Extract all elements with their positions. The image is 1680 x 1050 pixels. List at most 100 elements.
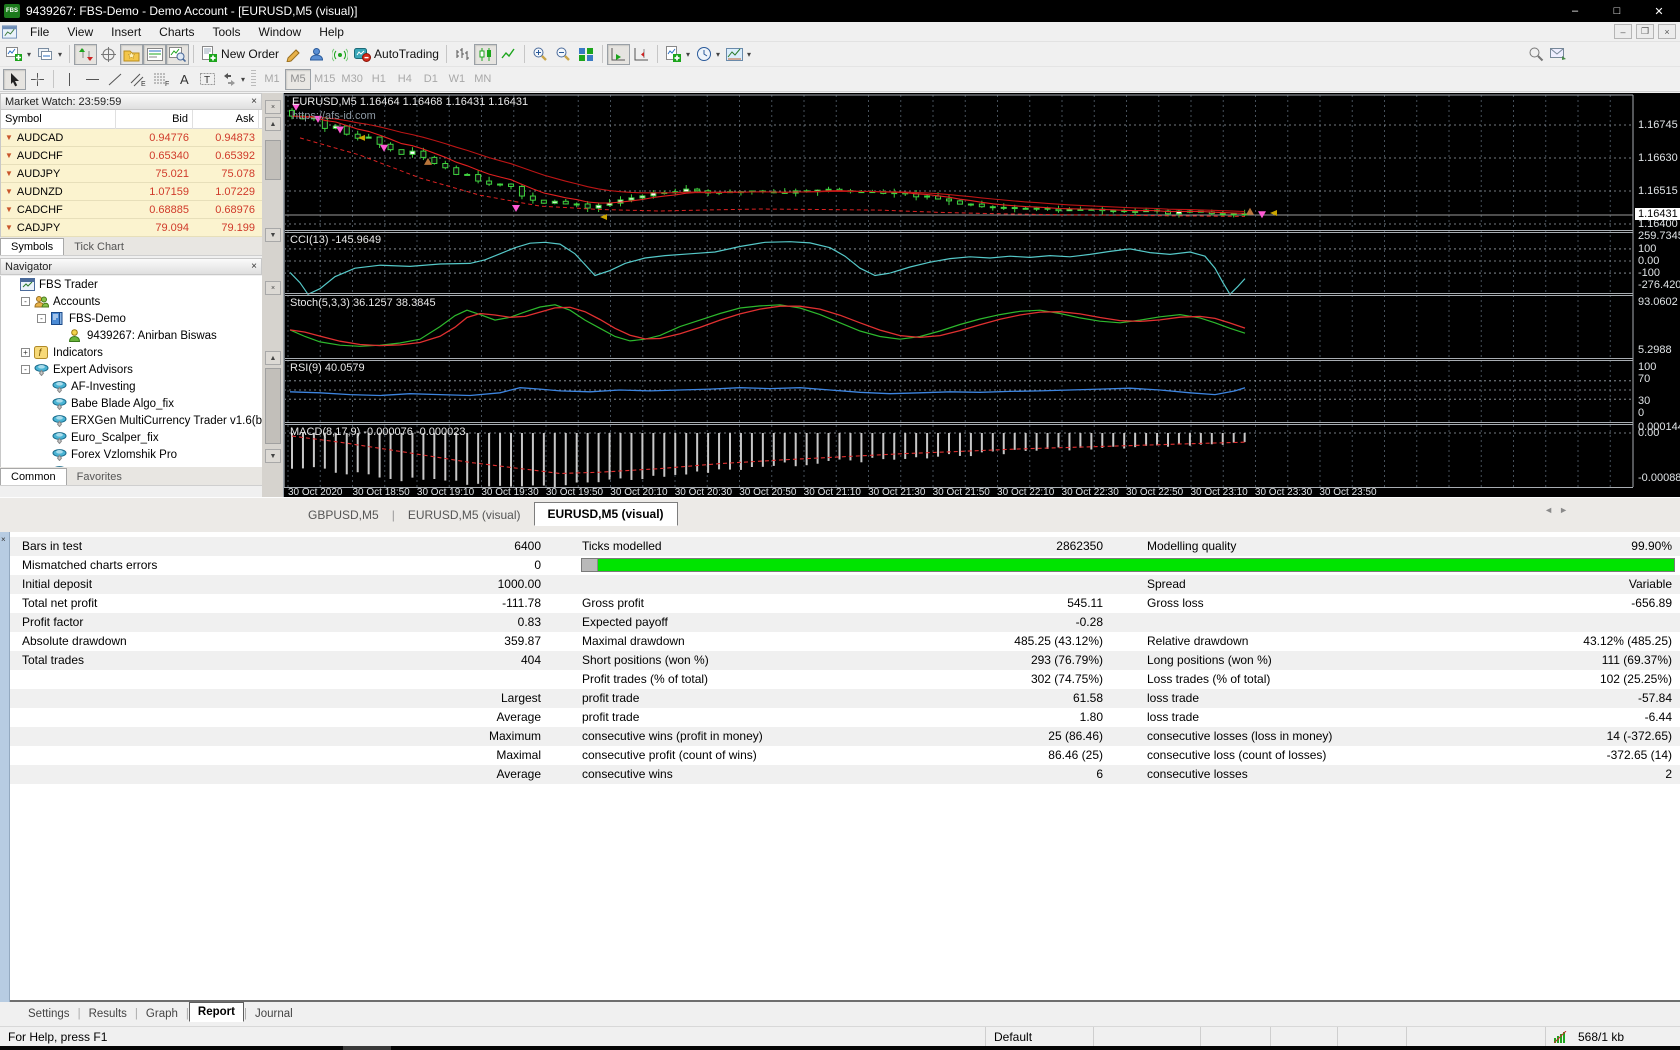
column-ask[interactable]: Ask — [193, 110, 259, 129]
candle-chart-icon[interactable] — [473, 43, 497, 65]
crosshair-icon[interactable] — [26, 69, 49, 90]
scroll-up-icon[interactable]: ▲ — [265, 351, 281, 365]
data-window-icon[interactable] — [97, 44, 120, 65]
tree-item[interactable]: - FBS-Demo — [1, 310, 262, 327]
tester-tab-graph[interactable]: Graph — [138, 1005, 186, 1023]
minimize-button[interactable]: – — [1554, 0, 1596, 22]
collapse-icon[interactable]: - — [21, 365, 30, 374]
scrollbar-thumb[interactable] — [265, 140, 281, 180]
scrollbar-thumb[interactable] — [265, 368, 281, 444]
metaeditor-icon[interactable] — [282, 44, 305, 65]
menu-help[interactable]: Help — [310, 23, 353, 41]
market-watch-close-icon[interactable]: × — [251, 96, 257, 107]
menu-file[interactable]: File — [21, 23, 58, 41]
feedback-icon[interactable] — [1547, 44, 1570, 65]
tab-common[interactable]: Common — [0, 468, 67, 485]
tree-item[interactable]: Forex Vzlomshik Pro — [1, 446, 262, 463]
tab-symbols[interactable]: Symbols — [0, 238, 65, 255]
menu-view[interactable]: View — [58, 23, 102, 41]
market-watch-row[interactable]: ▼ CADJPY 79.094 79.199 — [1, 219, 262, 237]
autotrading-icon[interactable]: AutoTrading — [351, 44, 442, 65]
column-bid[interactable]: Bid — [116, 110, 193, 129]
market-watch-row[interactable]: ▼ AUDCHF 0.65340 0.65392 — [1, 147, 262, 165]
auto-scroll-icon[interactable] — [606, 43, 630, 65]
navigator-close-icon[interactable]: × — [251, 261, 257, 272]
scroll-down-icon[interactable]: ▼ — [265, 449, 281, 463]
timeframe-m15[interactable]: M15 — [311, 69, 338, 90]
timeframe-h1[interactable]: H1 — [366, 69, 392, 90]
scroll-down-icon[interactable]: ▼ — [265, 228, 281, 242]
tree-item[interactable]: Babe Blade Algo_fix — [1, 395, 262, 412]
channel-icon[interactable]: E — [127, 69, 150, 90]
restore-button[interactable]: □ — [1596, 0, 1638, 22]
tester-tab-results[interactable]: Results — [81, 1005, 135, 1023]
timeframe-mn[interactable]: MN — [470, 69, 496, 90]
zoom-in-icon[interactable] — [529, 44, 552, 65]
market-watch-row[interactable]: ▼ CADCHF 0.68885 0.68976 — [1, 201, 262, 219]
indicators-add-icon[interactable]: ▾ — [662, 44, 693, 65]
tree-item[interactable]: Euro_Scalper_fix — [1, 429, 262, 446]
label-icon[interactable]: T — [196, 69, 219, 90]
timeframe-d1[interactable]: D1 — [418, 69, 444, 90]
chart-shift-icon[interactable] — [630, 44, 653, 65]
timeframe-m30[interactable]: M30 — [338, 69, 365, 90]
tab-scroll-right-icon[interactable]: ► — [1559, 505, 1568, 515]
fibonacci-icon[interactable]: F — [150, 69, 173, 90]
search-icon[interactable] — [1524, 44, 1547, 65]
child-restore-button[interactable]: ❐ — [1636, 24, 1654, 39]
tree-item[interactable]: AF-Investing — [1, 378, 262, 395]
tree-item[interactable]: 9439267: Anirban Biswas — [1, 327, 262, 344]
dock-close-icon[interactable]: × — [265, 281, 281, 295]
tree-item[interactable]: FBS Trader — [1, 276, 262, 293]
collapse-icon[interactable]: - — [37, 314, 46, 323]
expand-icon[interactable]: + — [21, 348, 30, 357]
tree-item[interactable]: - Expert Advisors — [1, 361, 262, 378]
tree-item[interactable]: + f Indicators — [1, 344, 262, 361]
tester-icon[interactable] — [166, 43, 190, 65]
status-profile[interactable]: Default — [985, 1027, 1093, 1047]
market-watch-row[interactable]: ▼ AUDNZD 1.07159 1.07229 — [1, 183, 262, 201]
zoom-out-icon[interactable] — [552, 44, 575, 65]
column-symbol[interactable]: Symbol — [1, 110, 116, 129]
market-watch-icon[interactable] — [74, 43, 98, 65]
cursor-icon[interactable] — [3, 68, 26, 90]
community-icon[interactable] — [305, 44, 328, 65]
tree-item[interactable]: ERXGen MultiCurrency Trader v1.6(b — [1, 412, 262, 429]
menu-window[interactable]: Window — [250, 23, 311, 41]
signals-icon[interactable] — [328, 44, 351, 65]
child-minimize-button[interactable]: – — [1614, 24, 1632, 39]
tester-tab-journal[interactable]: Journal — [247, 1005, 301, 1023]
menu-tools[interactable]: Tools — [204, 23, 250, 41]
periods-icon[interactable]: ▾ — [693, 44, 723, 65]
tab-favorites[interactable]: Favorites — [67, 469, 132, 485]
chart-tab-0[interactable]: GBPUSD,M5 — [295, 504, 392, 526]
tree-item[interactable]: - Accounts — [1, 293, 262, 310]
timeframe-m5[interactable]: M5 — [285, 68, 312, 90]
menu-charts[interactable]: Charts — [150, 23, 203, 41]
tester-close-icon[interactable]: × — [1, 535, 6, 544]
profiles-icon[interactable]: ▾ — [34, 44, 65, 65]
line-chart-icon[interactable] — [497, 44, 520, 65]
close-button[interactable]: ✕ — [1638, 0, 1680, 22]
trendline-icon[interactable] — [104, 69, 127, 90]
chart-tab-1[interactable]: EURUSD,M5 (visual) — [395, 504, 534, 526]
vline-icon[interactable] — [58, 69, 81, 90]
templates-icon[interactable]: ▾ — [723, 44, 754, 65]
bar-chart-icon[interactable] — [451, 44, 474, 65]
collapse-icon[interactable]: - — [21, 297, 30, 306]
navigator-icon[interactable] — [120, 43, 144, 65]
chart-tab-2[interactable]: EURUSD,M5 (visual) — [533, 502, 678, 526]
timeframe-h4[interactable]: H4 — [392, 69, 418, 90]
shapes-icon[interactable]: ▾ — [219, 69, 248, 90]
text-icon[interactable]: A — [173, 69, 196, 90]
dock-close-icon[interactable]: × — [265, 100, 281, 114]
tester-tab-report[interactable]: Report — [188, 1002, 244, 1022]
hline-icon[interactable] — [81, 69, 104, 90]
tile-windows-icon[interactable] — [575, 44, 598, 65]
new-order-icon[interactable]: New Order — [198, 44, 282, 65]
scroll-up-icon[interactable]: ▲ — [265, 117, 281, 131]
child-close-button[interactable]: × — [1658, 24, 1676, 39]
market-watch-row[interactable]: ▼ AUDJPY 75.021 75.078 — [1, 165, 262, 183]
price-chart[interactable]: EURUSD,M5 1.16464 1.16468 1.16431 1.1643… — [284, 93, 1680, 498]
new-chart-icon[interactable]: ▾ — [3, 44, 34, 65]
